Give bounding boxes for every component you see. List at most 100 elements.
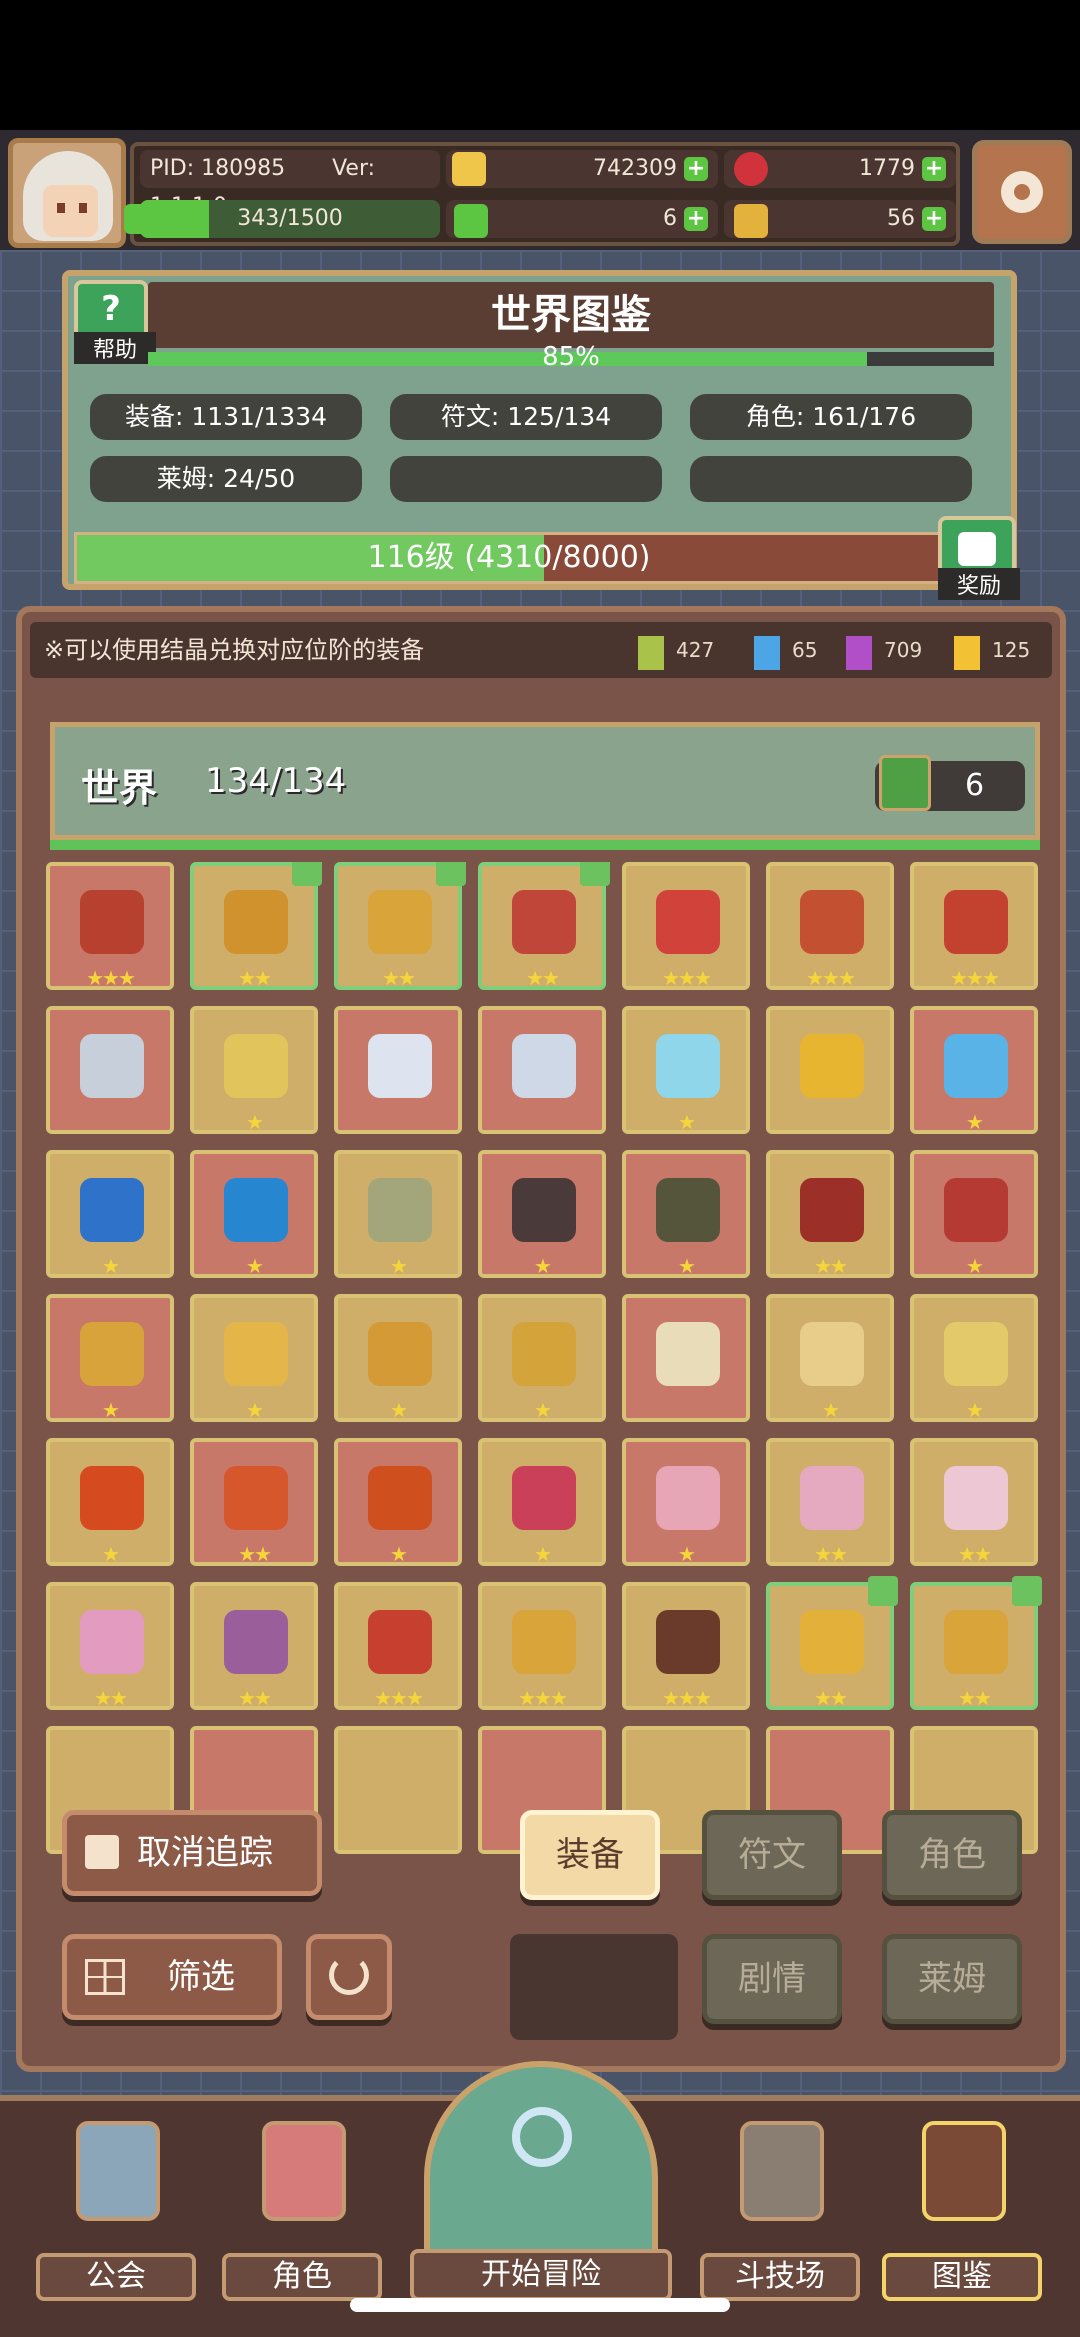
item-cell[interactable]: ★ — [910, 1006, 1038, 1134]
item-stars: ★★ — [238, 1686, 272, 1710]
item-cell[interactable]: ★★ — [190, 1582, 318, 1710]
item-cell[interactable]: ★ — [190, 1006, 318, 1134]
item-cell[interactable] — [766, 1006, 894, 1134]
item-stars: ★★★ — [86, 966, 136, 990]
item-cell[interactable]: ★ — [334, 1438, 462, 1566]
nav-adventure[interactable]: 开始冒险 — [410, 2061, 672, 2301]
item-cell[interactable]: ★★ — [190, 862, 322, 990]
tracked-thumbs-up-icon — [580, 862, 610, 886]
tab-character[interactable]: 角色 — [882, 1810, 1022, 1900]
filter-button[interactable]: 筛选 — [62, 1934, 282, 2020]
item-cell[interactable]: ★★ — [766, 1576, 898, 1710]
gold-add-icon[interactable]: + — [684, 157, 708, 181]
item-cell[interactable]: ★ — [622, 1150, 750, 1278]
item-stars: ★ — [390, 1254, 408, 1278]
tab-equipment[interactable]: 装备 — [520, 1810, 660, 1900]
nav-arena-label: 斗技场 — [700, 2253, 860, 2301]
item-cell[interactable]: ★★ — [766, 1150, 894, 1278]
filter-label: 筛选 — [167, 1957, 235, 1997]
item-cell[interactable]: ★ — [478, 1150, 606, 1278]
stat-empty-2 — [690, 456, 972, 502]
red-armor-icon — [800, 1178, 864, 1242]
clover-value: 6 — [663, 206, 677, 231]
avatar-face — [43, 185, 98, 237]
pink-shell-icon — [944, 1466, 1008, 1530]
like-counter[interactable]: 6 — [875, 755, 1025, 811]
item-cell[interactable]: ★★ — [334, 862, 466, 990]
tab-slime[interactable]: 莱姆 — [882, 1934, 1022, 2024]
help-button[interactable]: ? 帮助 — [74, 280, 156, 364]
key-add-icon[interactable]: + — [922, 207, 946, 231]
tab-story[interactable]: 剧情 — [702, 1934, 842, 2024]
item-cell[interactable]: ★ — [478, 1438, 606, 1566]
item-cell[interactable]: ★★ — [910, 1438, 1038, 1566]
stat-slime: 莱姆: 24/50 — [90, 456, 362, 502]
item-cell[interactable]: ★★★ — [622, 862, 750, 990]
item-cell[interactable]: ★ — [910, 1294, 1038, 1422]
tab-rune[interactable]: 符文 — [702, 1810, 842, 1900]
item-stars: ★★ — [958, 1686, 992, 1710]
item-cell[interactable]: ★★★ — [766, 862, 894, 990]
item-cell[interactable] — [334, 1006, 462, 1134]
item-cell[interactable]: ★ — [334, 1150, 462, 1278]
item-cell[interactable]: ★ — [46, 1294, 174, 1422]
item-cell[interactable]: ★ — [46, 1438, 174, 1566]
item-stars: ★ — [390, 1542, 408, 1566]
item-cell[interactable]: ★ — [622, 1438, 750, 1566]
item-cell[interactable] — [334, 1726, 462, 1854]
reward-button[interactable]: 奖励 — [938, 516, 1020, 600]
item-cell[interactable]: ★★ — [46, 1582, 174, 1710]
item-cell[interactable]: ★ — [190, 1150, 318, 1278]
pink-bear-hat-icon — [656, 1466, 720, 1530]
nav-arena[interactable]: 斗技场 — [700, 2101, 860, 2301]
item-stars: ★ — [102, 1398, 120, 1422]
refresh-button[interactable] — [306, 1934, 392, 2020]
green-crystal-value: 427 — [676, 638, 715, 662]
nav-guild[interactable]: 公会 — [36, 2101, 196, 2301]
item-cell[interactable]: ★★ — [478, 862, 610, 990]
refresh-icon — [329, 1955, 369, 1995]
ruby-add-icon[interactable]: + — [922, 157, 946, 181]
nav-codex[interactable]: 图鉴 — [882, 2101, 1042, 2301]
item-cell[interactable]: ★★★ — [478, 1582, 606, 1710]
item-cell[interactable]: ★★★ — [46, 862, 174, 990]
armor-icon — [512, 890, 576, 954]
thumbs-up-icon — [85, 1835, 119, 1869]
item-cell[interactable]: ★★★ — [910, 862, 1038, 990]
item-cell[interactable]: ★ — [910, 1150, 1038, 1278]
item-cell[interactable]: ★★★ — [334, 1582, 462, 1710]
topaz-ring-icon — [800, 1034, 864, 1098]
tracked-thumbs-up-icon — [868, 1576, 898, 1606]
item-stars: ★★★ — [662, 1686, 712, 1710]
item-cell[interactable]: ★★ — [910, 1576, 1042, 1710]
nav-character[interactable]: 角色 — [222, 2101, 382, 2301]
stat-character: 角色: 161/176 — [690, 394, 972, 440]
nav-codex-label: 图鉴 — [882, 2253, 1042, 2301]
item-cell[interactable]: ★ — [622, 1006, 750, 1134]
item-cell[interactable] — [478, 1006, 606, 1134]
ruby-icon — [734, 152, 768, 186]
item-cell[interactable] — [46, 1006, 174, 1134]
settings-button[interactable] — [972, 140, 1072, 244]
gold-crystal-value: 125 — [992, 638, 1031, 662]
mace-icon — [224, 890, 288, 954]
tracked-thumbs-up-icon — [436, 862, 466, 886]
item-cell[interactable]: ★★★ — [622, 1582, 750, 1710]
collection-panel: ※可以使用结晶兑换对应位阶的装备 427 65 709 125 世界 134/1… — [16, 606, 1066, 2072]
hp-bar: 343/1500 — [140, 200, 440, 238]
item-cell[interactable]: ★ — [46, 1150, 174, 1278]
item-cell[interactable]: ★★ — [190, 1438, 318, 1566]
item-stars: ★★ — [238, 966, 272, 990]
nav-adventure-label: 开始冒险 — [410, 2249, 672, 2301]
item-cell[interactable]: ★ — [766, 1294, 894, 1422]
untrack-button[interactable]: 取消追踪 — [62, 1810, 322, 1896]
character-portrait-icon — [262, 2121, 346, 2221]
item-cell[interactable] — [622, 1294, 750, 1422]
item-cell[interactable]: ★★ — [766, 1438, 894, 1566]
clover-add-icon[interactable]: + — [684, 207, 708, 231]
player-avatar[interactable] — [8, 138, 126, 248]
item-cell[interactable]: ★ — [478, 1294, 606, 1422]
item-cell[interactable]: ★ — [190, 1294, 318, 1422]
item-cell[interactable]: ★ — [334, 1294, 462, 1422]
top-hud: PID: 180985 Ver: 1.1.1.0 742309 + 1779 +… — [0, 130, 1080, 250]
